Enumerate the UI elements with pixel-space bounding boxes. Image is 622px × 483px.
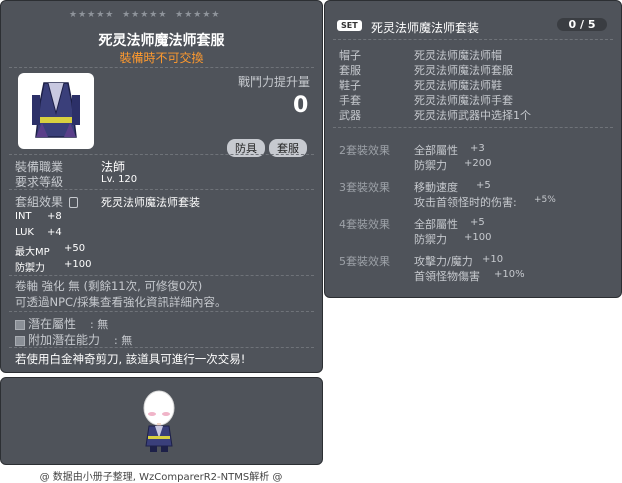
- trade-note: 裝備時不可交換: [119, 51, 204, 65]
- set-part-name: 死灵法师武器中选择1个: [414, 109, 531, 122]
- stat-name: INT: [15, 211, 32, 222]
- set-badge: SET: [337, 20, 362, 31]
- set-effect-stat: 全部屬性: [414, 218, 458, 231]
- enhance-line: 卷軸 強化 無 (剩餘11次, 可修復0次): [15, 279, 203, 293]
- set-effect-tier: 3套裝效果: [339, 181, 390, 194]
- bonus-potential-value: : 無: [114, 334, 133, 347]
- level-label: 要求等級: [15, 175, 64, 189]
- set-part-name: 死灵法师魔法师套服: [414, 64, 513, 77]
- bonus-potential-label: 附加潛在能力: [28, 333, 101, 347]
- set-effect-value: +5: [470, 217, 485, 228]
- potential-row: 潛在屬性: [15, 315, 76, 332]
- bonus-potential-row: 附加潛在能力: [15, 331, 100, 348]
- set-label-row: 套組效果: [15, 193, 78, 210]
- stat-value: +100: [64, 259, 92, 270]
- set-effect-tier: 2套裝效果: [339, 144, 390, 157]
- item-robe-icon: [18, 73, 94, 149]
- set-effect-stat: 全部屬性: [414, 144, 458, 157]
- job-value: 法師: [101, 160, 126, 174]
- set-part-slot: 手套: [339, 94, 361, 107]
- set-effect-stat: 防禦力: [414, 159, 447, 172]
- set-effect-tier: 4套裝效果: [339, 218, 390, 231]
- power-label: 戰鬥力提升量: [238, 75, 311, 89]
- set-effect-label: 套組效果: [15, 195, 64, 209]
- set-part-slot: 鞋子: [339, 79, 361, 92]
- set-effect-value: +10: [482, 254, 504, 265]
- power-value: 0: [293, 93, 309, 118]
- potential-value: : 無: [90, 318, 109, 331]
- set-title: 死灵法师魔法师套装: [371, 21, 480, 35]
- set-effect-stat: 首領怪物傷害: [414, 270, 480, 283]
- character-preview: [0, 377, 323, 465]
- footer-credit: @ 数据由小册子整理, WzComparerR2-NTMS解析 @: [39, 472, 283, 483]
- set-effect-value: +5: [476, 180, 491, 191]
- set-part-name: 死灵法师魔法师帽: [414, 49, 502, 62]
- set-part-slot: 武器: [339, 109, 361, 122]
- item-tooltip: ★★★★★ ★★★★★ ★★★★★ 死灵法师魔法师套服 裝備時不可交換 戰鬥力提…: [0, 0, 323, 373]
- set-effect-value: +200: [464, 158, 492, 169]
- character-sprite: [139, 388, 179, 454]
- set-effect-value: +3: [470, 143, 485, 154]
- stat-name: 防禦力: [15, 263, 45, 274]
- level-value: Lv. 120: [101, 174, 138, 185]
- item-name: 死灵法师魔法师套服: [98, 33, 225, 49]
- set-effect-value: +10%: [494, 269, 525, 280]
- set-part-name: 死灵法师魔法师手套: [414, 94, 513, 107]
- stat-value: +8: [47, 211, 62, 222]
- set-part-slot: 套服: [339, 64, 361, 77]
- star-rating: ★★★★★ ★★★★★ ★★★★★: [69, 10, 221, 20]
- lock-icon: [68, 197, 78, 208]
- checkbox-icon: [15, 335, 25, 346]
- scissors-note: 若使用白金神奇剪刀, 該道具可進行一次交易!: [15, 352, 246, 366]
- stat-name: LUK: [15, 227, 34, 238]
- set-effect-stat: 移動速度: [414, 181, 458, 194]
- set-effect-stat: 攻击首领怪时的伤害:: [414, 196, 517, 209]
- enhance-note: 可透過NPC/採集查看強化資訊詳細內容。: [15, 295, 227, 309]
- stat-value: +4: [47, 227, 62, 238]
- potential-label: 潛在屬性: [28, 317, 77, 331]
- set-part-name: 死灵法师魔法师鞋: [414, 79, 502, 92]
- checkbox-icon: [15, 319, 25, 330]
- stat-value: +50: [64, 243, 86, 254]
- set-effect-value: +5%: [534, 195, 556, 205]
- set-effect-value: +100: [464, 232, 492, 243]
- set-tooltip: SET 死灵法师魔法师套装 0 / 5 帽子 死灵法师魔法师帽 套服 死灵法师魔…: [324, 0, 622, 298]
- stat-name: 最大MP: [15, 247, 50, 258]
- set-effect-stat: 防禦力: [414, 233, 447, 246]
- set-count: 0 / 5: [557, 18, 607, 31]
- set-effect-tier: 5套裝效果: [339, 255, 390, 268]
- set-part-slot: 帽子: [339, 49, 361, 62]
- set-effect-stat: 攻擊力/魔力: [414, 255, 473, 268]
- set-name: 死灵法师魔法师套装: [101, 196, 200, 209]
